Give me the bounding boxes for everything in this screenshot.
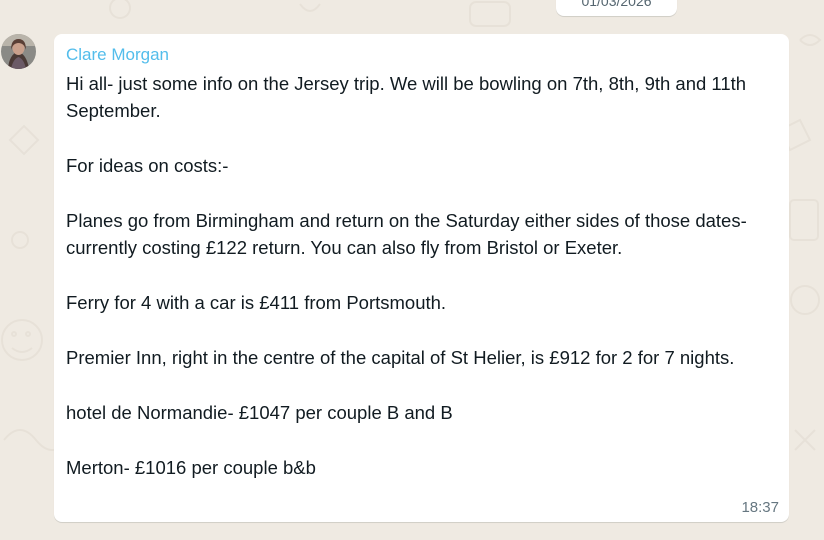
message-paragraph: Merton- £1016 per couple b&b <box>66 456 316 478</box>
message-text: Hi all- just some info on the Jersey tri… <box>66 70 766 481</box>
sender-name[interactable]: Clare Morgan <box>66 45 169 65</box>
message-timestamp: 18:37 <box>741 499 779 516</box>
message-paragraph: hotel de Normandie- £1047 per couple B a… <box>66 401 453 423</box>
message-paragraph: Planes go from Birmingham and return on … <box>66 210 747 259</box>
message-paragraph: Ferry for 4 with a car is £411 from Port… <box>66 292 447 314</box>
message-paragraph: For ideas on costs:- <box>66 155 229 177</box>
date-divider: 01/03/2026 <box>556 0 677 16</box>
message-bubble[interactable]: Clare Morgan Hi all- just some info on t… <box>54 34 789 522</box>
message-paragraph: Premier Inn, right in the centre of the … <box>66 347 735 368</box>
avatar-photo-icon <box>1 34 36 69</box>
message-paragraph: Hi all- just some info on the Jersey tri… <box>66 73 747 122</box>
sender-avatar[interactable] <box>1 34 36 69</box>
